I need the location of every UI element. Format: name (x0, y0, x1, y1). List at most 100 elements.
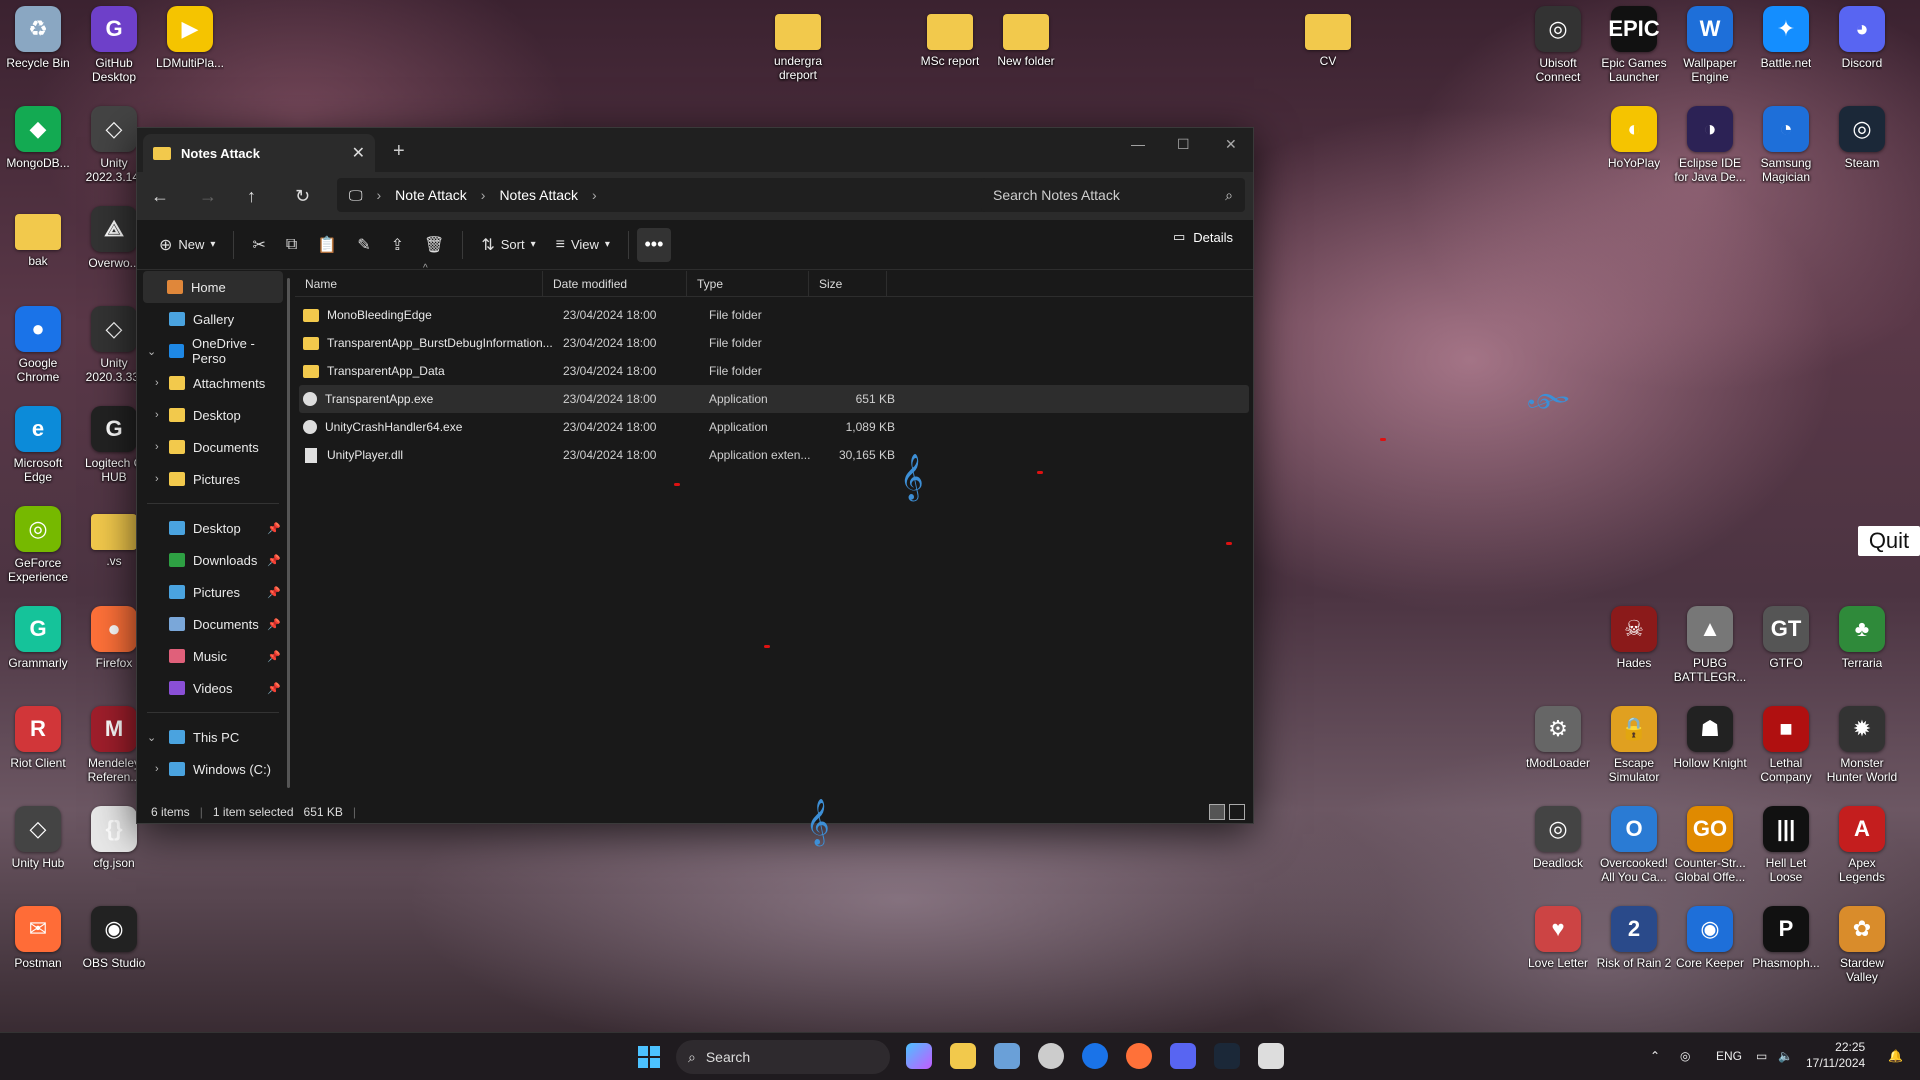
sidebar-item-pictures[interactable]: Pictures 📌 (137, 576, 289, 608)
tiles-view-icon[interactable] (1229, 804, 1245, 820)
network-icon[interactable]: ▭ (1756, 1049, 1767, 1063)
chevron-right-icon[interactable]: › (147, 377, 161, 389)
new-button[interactable]: ⊕ New ▾ (149, 228, 225, 262)
maximize-icon[interactable]: ☐ (1177, 136, 1190, 153)
desktop-icon-samsung-magician[interactable]: ◔ Samsung Magician (1748, 100, 1824, 196)
chevron-down-icon[interactable]: ⌄ (147, 731, 161, 744)
pin-icon[interactable]: 📌 (267, 522, 281, 535)
up-arrow-icon[interactable]: ↑ (247, 186, 256, 207)
desktop-icon-lethal-company[interactable]: ■ Lethal Company (1748, 700, 1824, 796)
clock[interactable]: 22:25 17/11/2024 (1806, 1039, 1865, 1071)
desktop-icon-riot-client[interactable]: R Riot Client (0, 700, 76, 796)
photos-icon[interactable] (994, 1043, 1020, 1069)
minimize-icon[interactable]: — (1131, 136, 1145, 152)
desktop-icon-tmodloader[interactable]: ⚙ tModLoader (1520, 700, 1596, 796)
desktop-icon-eclipse-ide-for-java-de[interactable]: ◑ Eclipse IDE for Java De... (1672, 100, 1748, 196)
paste-button[interactable]: 📋 (307, 228, 347, 262)
desktop-icon-unity-hub[interactable]: ◇ Unity Hub (0, 800, 76, 896)
desktop-icon-google-chrome[interactable]: ● Google Chrome (0, 300, 76, 396)
chevron-right-icon[interactable]: › (147, 763, 161, 775)
delete-button[interactable]: 🗑 (414, 228, 454, 262)
file-row[interactable]: UnityPlayer.dll 23/04/2024 18:00 Applicati… (299, 441, 1249, 469)
column-name[interactable]: Name (295, 271, 543, 297)
desktop-icon-hoyoplay[interactable]: ◐ HoYoPlay (1596, 100, 1672, 196)
desktop-icon-undergra-dreport[interactable]: undergra dreport (760, 0, 836, 96)
breadcrumb-note-attack[interactable]: Note Attack (395, 187, 467, 203)
chrome-icon[interactable] (1082, 1043, 1108, 1069)
desktop-icon-counter-str-global-offe[interactable]: GO Counter-Str... Global Offe... (1672, 800, 1748, 896)
pin-icon[interactable]: 📌 (267, 650, 281, 663)
details-pane-button[interactable]: ▭ Details (1173, 229, 1233, 245)
desktop-icon-wallpaper-engine[interactable]: W Wallpaper Engine (1672, 0, 1748, 96)
discord-icon[interactable] (1170, 1043, 1196, 1069)
desktop-icon-steam[interactable]: ◎ Steam (1824, 100, 1900, 196)
desktop-icon-recycle-bin[interactable]: ♻ Recycle Bin (0, 0, 76, 96)
file-row[interactable]: UnityCrashHandler64.exe 23/04/2024 18:00 A… (299, 413, 1249, 441)
desktop-icon-risk-of-rain-2[interactable]: 2 Risk of Rain 2 (1596, 900, 1672, 996)
file-row[interactable]: TransparentApp_BurstDebugInformation... 2… (299, 329, 1249, 357)
firefox-icon[interactable] (1126, 1043, 1152, 1069)
chevron-right-icon[interactable]: › (147, 441, 161, 453)
view-button[interactable]: ≡ View ▾ (546, 228, 620, 262)
desktop-icon-terraria[interactable]: ♣ Terraria (1824, 600, 1900, 696)
navigation-scrollbar[interactable] (287, 278, 290, 788)
desktop-icon-github-desktop[interactable]: G GitHub Desktop (76, 0, 152, 96)
column-size[interactable]: Size (809, 271, 887, 297)
breadcrumb-notes-attack[interactable]: Notes Attack (499, 187, 578, 203)
new-tab-button[interactable]: + (393, 140, 405, 163)
desktop-icon-cv[interactable]: CV (1290, 0, 1366, 96)
desktop-icon-postman[interactable]: ✉ Postman (0, 900, 76, 996)
sidebar-item-documents[interactable]: Documents 📌 (137, 608, 289, 640)
app-icon[interactable] (1038, 1043, 1064, 1069)
desktop-icon-gtfo[interactable]: GT GTFO (1748, 600, 1824, 696)
chevron-right-icon[interactable]: › (592, 187, 597, 203)
steam-tray-icon[interactable]: ◎ (1680, 1049, 1690, 1063)
forward-arrow-icon[interactable]: → (199, 186, 217, 207)
pin-icon[interactable]: 📌 (267, 586, 281, 599)
sidebar-item-desktop[interactable]: Desktop 📌 (137, 512, 289, 544)
file-explorer-icon[interactable] (950, 1043, 976, 1069)
pin-icon[interactable]: 📌 (267, 682, 281, 695)
sidebar-item-gallery[interactable]: Gallery (137, 303, 289, 335)
search-input[interactable]: Search Notes Attack ⌕ (981, 178, 1245, 212)
desktop-icon-deadlock[interactable]: ◎ Deadlock (1520, 800, 1596, 896)
sidebar-item-pictures[interactable]: › Pictures (137, 463, 289, 495)
rename-button[interactable]: ✎ (347, 228, 380, 262)
taskbar-search[interactable]: ⌕ Search (676, 1040, 890, 1074)
desktop-icon-microsoft-edge[interactable]: e Microsoft Edge (0, 400, 76, 496)
back-arrow-icon[interactable]: ← (151, 186, 169, 207)
chevron-right-icon[interactable]: › (147, 409, 161, 421)
refresh-icon[interactable]: ↻ (295, 186, 310, 207)
desktop-icon-hell-let-loose[interactable]: ||| Hell Let Loose (1748, 800, 1824, 896)
desktop-icon-phasmoph[interactable]: P Phasmoph... (1748, 900, 1824, 996)
desktop-icon-grammarly[interactable]: G Grammarly (0, 600, 76, 696)
column-date-modified[interactable]: Date modified (543, 271, 687, 297)
tab-notes-attack[interactable]: Notes Attack ✕ (143, 134, 375, 172)
sidebar-item-home[interactable]: Home (143, 271, 283, 303)
more-options-button[interactable]: ••• (636, 227, 671, 262)
desktop-icon-monster-hunter-world[interactable]: ✹ Monster Hunter World (1824, 700, 1900, 796)
sidebar-item-windows-c[interactable]: › Windows (C:) (137, 753, 289, 785)
sidebar-item-music[interactable]: Music 📌 (137, 640, 289, 672)
file-row[interactable]: TransparentApp.exe 23/04/2024 18:00 Applic… (299, 385, 1249, 413)
chevron-right-icon[interactable]: › (147, 473, 161, 485)
desktop-icon-hollow-knight[interactable]: ☗ Hollow Knight (1672, 700, 1748, 796)
column-type[interactable]: Type (687, 271, 809, 297)
desktop-icon-obs-studio[interactable]: ◉ OBS Studio (76, 900, 152, 996)
close-tab-icon[interactable]: ✕ (352, 143, 365, 163)
file-row[interactable]: TransparentApp_Data 23/04/2024 18:00 File … (299, 357, 1249, 385)
desktop-icon-msc-report[interactable]: MSc report (912, 0, 988, 96)
sidebar-item-this-pc[interactable]: ⌄ This PC (137, 721, 289, 753)
sidebar-item-downloads[interactable]: Downloads 📌 (137, 544, 289, 576)
desktop-icon-pubg-battlegr[interactable]: ▲ PUBG BATTLEGR... (1672, 600, 1748, 696)
copilot-icon[interactable] (906, 1043, 932, 1069)
start-button[interactable] (638, 1046, 660, 1068)
cut-button[interactable]: ✂ (242, 228, 275, 262)
notification-icon[interactable]: 🔔 (1888, 1049, 1903, 1063)
sidebar-item-videos[interactable]: Videos 📌 (137, 672, 289, 704)
unity-app-icon[interactable] (1258, 1043, 1284, 1069)
desktop-icon-overcooked-all-you-ca[interactable]: O Overcooked! All You Ca... (1596, 800, 1672, 896)
desktop-icon-apex-legends[interactable]: A Apex Legends (1824, 800, 1900, 896)
desktop-icon-ubisoft-connect[interactable]: ◎ Ubisoft Connect (1520, 0, 1596, 96)
steam-icon[interactable] (1214, 1043, 1240, 1069)
